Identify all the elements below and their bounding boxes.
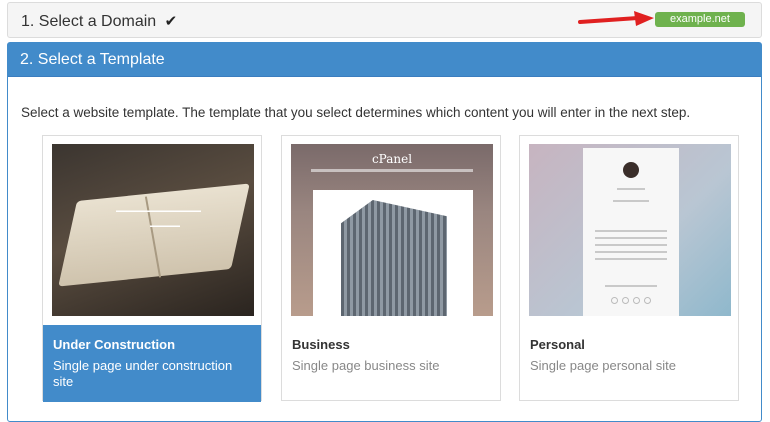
check-icon: ✔: [164, 13, 178, 30]
step2-title: 2. Select a Template: [8, 43, 761, 77]
template-card-personal[interactable]: Personal Single page personal site: [519, 135, 739, 401]
template-preview-personal: [529, 144, 731, 316]
preview-brand-logo: cPanel: [371, 152, 413, 166]
domain-badge: example.net: [655, 12, 745, 27]
arrow-icon: [578, 11, 654, 26]
template-info: Under Construction Single page under con…: [43, 325, 261, 402]
template-preview-under-construction: ▬▬▬▬▬▬▬▬▬▬▬▬▬▬▬▬▬ ▬▬▬▬▬▬: [52, 144, 254, 316]
preview-avatar: [623, 162, 639, 178]
template-intro-text: Select a website template. The template …: [21, 105, 691, 120]
step1-title: 1. Select a Domain ✔: [21, 12, 177, 31]
template-card-business[interactable]: cPanel Business Single page business sit…: [281, 135, 501, 401]
template-name: Business: [292, 337, 350, 352]
template-name: Personal: [530, 337, 585, 352]
template-desc: Single page personal site: [530, 358, 676, 373]
step2-panel: 2. Select a Template Select a website te…: [7, 42, 762, 422]
template-info: Personal Single page personal site: [520, 325, 738, 402]
template-info: Business Single page business site: [282, 325, 500, 402]
template-desc: Single page business site: [292, 358, 440, 373]
step1-title-text: 1. Select a Domain: [21, 13, 157, 30]
template-card-under-construction[interactable]: ▬▬▬▬▬▬▬▬▬▬▬▬▬▬▬▬▬ ▬▬▬▬▬▬ Under Construct…: [42, 135, 262, 402]
template-desc: Single page under construction site: [53, 358, 233, 389]
template-preview-business: cPanel: [291, 144, 493, 316]
template-name: Under Construction: [53, 337, 176, 352]
